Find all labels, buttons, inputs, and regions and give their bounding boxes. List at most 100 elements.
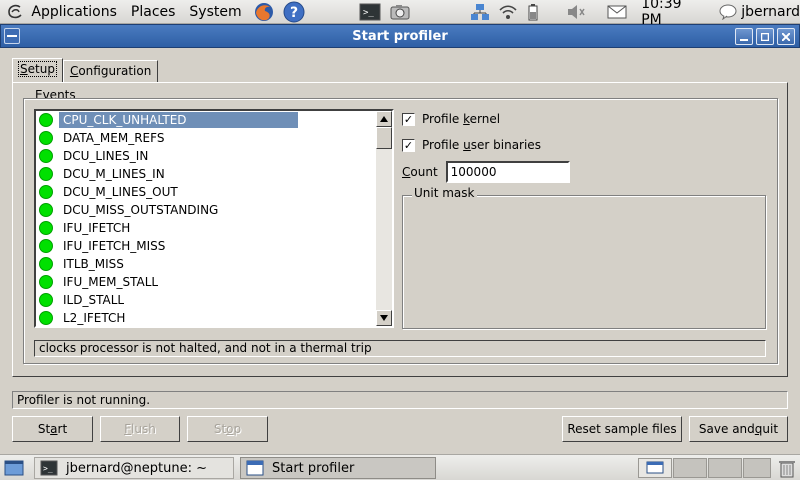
wifi-icon[interactable] (498, 3, 518, 21)
event-list-item[interactable]: CPU_CLK_UNHALTED (36, 111, 376, 129)
gnome-foot-icon[interactable] (6, 2, 24, 22)
stop-label-post: p (233, 422, 242, 436)
show-desktop-icon[interactable] (4, 459, 24, 477)
event-list-item[interactable]: DCU_MISS_OUTSTANDING (36, 201, 376, 219)
event-name: ILD_STALL (63, 293, 125, 307)
window-titlebar[interactable]: Start profiler (0, 24, 800, 48)
workspace-4[interactable] (743, 458, 771, 478)
firefox-icon[interactable] (253, 1, 275, 23)
profile-user-mnemonic: u (463, 138, 471, 152)
event-status-icon (39, 221, 53, 235)
event-list-item[interactable]: DATA_MEM_REFS (36, 129, 376, 147)
tab-setup-label: etup (27, 62, 55, 76)
count-row: Count 100000 (402, 161, 570, 183)
battery-icon[interactable] (526, 3, 540, 21)
system-menu[interactable]: System (182, 0, 248, 24)
save-quit-label-post: uit (762, 422, 779, 436)
event-list-item[interactable]: DCU_M_LINES_IN (36, 165, 376, 183)
unit-mask-legend: Unit mask (412, 186, 477, 200)
tab-configuration[interactable]: Configuration (62, 60, 159, 82)
start-mnemonic: a (50, 422, 58, 436)
workspace-2[interactable] (673, 458, 707, 478)
start-profiler-dialog: Setup Configuration Events CPU_CLK_UNHAL… (0, 48, 800, 454)
trash-icon[interactable] (778, 458, 796, 478)
chat-bubble-icon (719, 4, 737, 20)
setup-tab-panel: Events CPU_CLK_UNHALTED DATA_MEM_REFS DCU_… (12, 82, 788, 377)
tab-setup-mnemonic: S (20, 62, 28, 76)
event-status-icon (39, 185, 53, 199)
events-scrollbar[interactable] (376, 111, 392, 326)
taskbar-start-profiler[interactable]: Start profiler (240, 457, 436, 479)
profile-kernel-option[interactable]: ✓ Profile kernel (402, 109, 570, 129)
applications-menu[interactable]: Applications (24, 0, 124, 24)
workspace-1[interactable] (638, 458, 672, 478)
count-input[interactable]: 100000 (445, 161, 570, 183)
event-name: IFU_IFETCH_MISS (63, 239, 166, 253)
event-list-item[interactable]: IFU_MEM_STALL (36, 273, 376, 291)
events-group: CPU_CLK_UNHALTED DATA_MEM_REFS DCU_LINES_I… (23, 98, 778, 364)
reset-sample-files-button[interactable]: Reset sample files (562, 416, 682, 442)
flush-button[interactable]: Flush (100, 416, 180, 442)
network-icon[interactable] (470, 3, 490, 21)
mail-icon[interactable] (607, 4, 627, 20)
taskbar-terminal[interactable]: >_ jbernard@neptune: ~ (34, 457, 234, 479)
event-name: ITLB_MISS (63, 257, 124, 271)
start-button[interactable]: St a rt (12, 416, 93, 442)
profile-user-label-pre: Profile (422, 138, 464, 152)
stop-label-pre: St (213, 422, 227, 436)
event-list-item[interactable]: IFU_IFETCH_MISS (36, 237, 376, 255)
event-name: IFU_IFETCH (63, 221, 131, 235)
maximize-button[interactable] (756, 28, 774, 45)
event-list-item[interactable]: ITLB_MISS (36, 255, 376, 273)
window-title: Start profiler (352, 28, 448, 44)
scroll-thumb[interactable] (376, 127, 392, 149)
event-name: DCU_M_LINES_IN (63, 167, 165, 181)
save-quit-label-pre: Save and (698, 422, 755, 436)
places-menu[interactable]: Places (124, 0, 183, 24)
profile-kernel-checkbox[interactable]: ✓ (402, 112, 415, 126)
status-bar: Profiler is not running. (12, 391, 788, 409)
minimize-button[interactable] (735, 28, 753, 45)
event-status-icon (39, 113, 53, 127)
event-list-item[interactable]: ILD_STALL (36, 291, 376, 309)
user-menu[interactable]: jbernard (719, 4, 800, 20)
close-button[interactable] (777, 28, 795, 45)
event-list-item[interactable]: DCU_LINES_IN (36, 147, 376, 165)
user-name: jbernard (741, 3, 800, 20)
window-menu-button[interactable] (4, 28, 20, 44)
screenshot-icon[interactable] (389, 3, 411, 21)
volume-icon[interactable] (566, 3, 586, 21)
scroll-down-button[interactable] (376, 310, 392, 326)
window-buttons (735, 28, 795, 45)
events-list[interactable]: CPU_CLK_UNHALTED DATA_MEM_REFS DCU_LINES_I… (34, 109, 394, 328)
start-label-pre: St (37, 422, 51, 436)
event-name: DCU_M_LINES_OUT (63, 185, 178, 199)
event-status-icon (39, 293, 53, 307)
profile-user-checkbox[interactable]: ✓ (402, 138, 415, 152)
scroll-up-button[interactable] (376, 111, 392, 127)
tab-setup[interactable]: Setup (12, 58, 63, 82)
workspace-3[interactable] (708, 458, 742, 478)
terminal-icon: >_ (40, 460, 58, 476)
svg-text:>_: >_ (363, 8, 374, 18)
tab-configuration-label: onfiguration (78, 64, 152, 78)
top-panel: Applications Places System ? >_ 10:39 PM… (0, 0, 800, 28)
event-status-icon (39, 257, 53, 271)
event-list-item[interactable]: DCU_M_LINES_OUT (36, 183, 376, 201)
event-status-icon (39, 131, 53, 145)
start-label-post: rt (57, 422, 68, 436)
terminal-launcher-icon[interactable]: >_ (359, 3, 381, 21)
events-list-items: CPU_CLK_UNHALTED DATA_MEM_REFS DCU_LINES_I… (36, 111, 376, 326)
svg-text:?: ? (290, 5, 298, 21)
profile-user-label: Profile user binaries (422, 138, 541, 152)
help-icon[interactable]: ? (283, 1, 305, 23)
stop-mnemonic: o (226, 422, 234, 436)
save-quit-mnemonic: q (754, 422, 763, 436)
profile-user-option[interactable]: ✓ Profile user binaries (402, 135, 570, 155)
event-list-item[interactable]: L2_IFETCH (36, 309, 376, 326)
event-status-icon (39, 203, 53, 217)
flush-label-post: lush (131, 422, 156, 436)
event-list-item[interactable]: IFU_IFETCH (36, 219, 376, 237)
save-and-quit-button[interactable]: Save and q uit (689, 416, 788, 442)
stop-button[interactable]: St o p (187, 416, 268, 442)
